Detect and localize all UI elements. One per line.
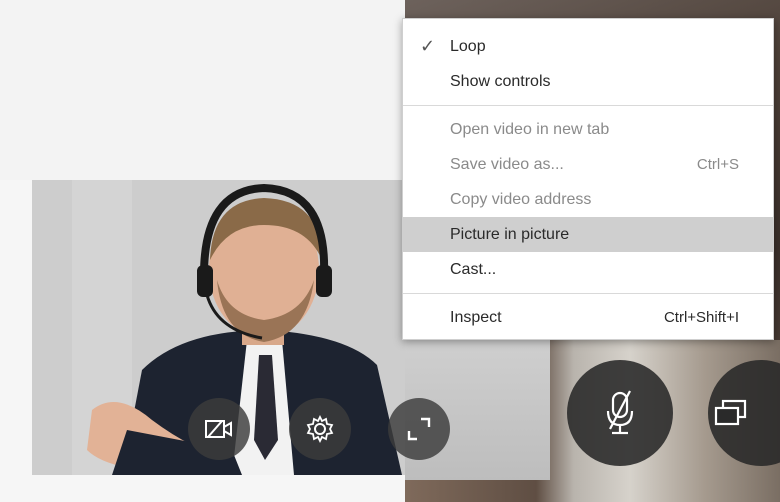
menu-item-show-controls[interactable]: Show controls	[403, 64, 773, 99]
video-context-menu: ✓ Loop Show controls Open video in new t…	[402, 18, 774, 340]
menu-separator	[403, 105, 773, 106]
menu-item-open-video-new-tab[interactable]: Open video in new tab	[403, 112, 773, 147]
mic-muted-icon	[606, 390, 634, 435]
page-background	[0, 0, 405, 180]
menu-item-save-video-as[interactable]: Save video as... Ctrl+S	[403, 147, 773, 182]
menu-item-label: Show controls	[450, 72, 551, 90]
menu-item-label: Picture in picture	[450, 225, 570, 243]
menu-item-picture-in-picture[interactable]: Picture in picture	[403, 217, 773, 252]
screen-share-icon	[714, 399, 747, 426]
mute-microphone-button[interactable]	[567, 360, 673, 466]
menu-item-label: Copy video address	[450, 190, 592, 208]
menu-item-label: Loop	[450, 37, 486, 55]
menu-item-shortcut: Ctrl+S	[696, 156, 739, 173]
check-icon: ✓	[420, 36, 436, 56]
menu-item-shortcut: Ctrl+Shift+I	[663, 309, 739, 326]
fullscreen-button[interactable]	[388, 398, 450, 460]
menu-separator	[403, 293, 773, 294]
camera-off-icon	[205, 420, 232, 438]
settings-button[interactable]	[289, 398, 351, 460]
menu-item-loop[interactable]: ✓ Loop	[403, 29, 773, 64]
gear-icon	[306, 415, 334, 443]
fullscreen-icon	[407, 417, 431, 441]
menu-item-inspect[interactable]: Inspect Ctrl+Shift+I	[403, 300, 773, 335]
menu-item-label: Cast...	[450, 260, 497, 278]
menu-item-label: Save video as...	[450, 155, 564, 173]
menu-item-cast[interactable]: Cast...	[403, 252, 773, 287]
menu-item-label: Open video in new tab	[450, 120, 610, 138]
menu-item-label: Inspect	[450, 308, 502, 326]
camera-off-button[interactable]	[188, 398, 250, 460]
menu-item-copy-video-address[interactable]: Copy video address	[403, 182, 773, 217]
